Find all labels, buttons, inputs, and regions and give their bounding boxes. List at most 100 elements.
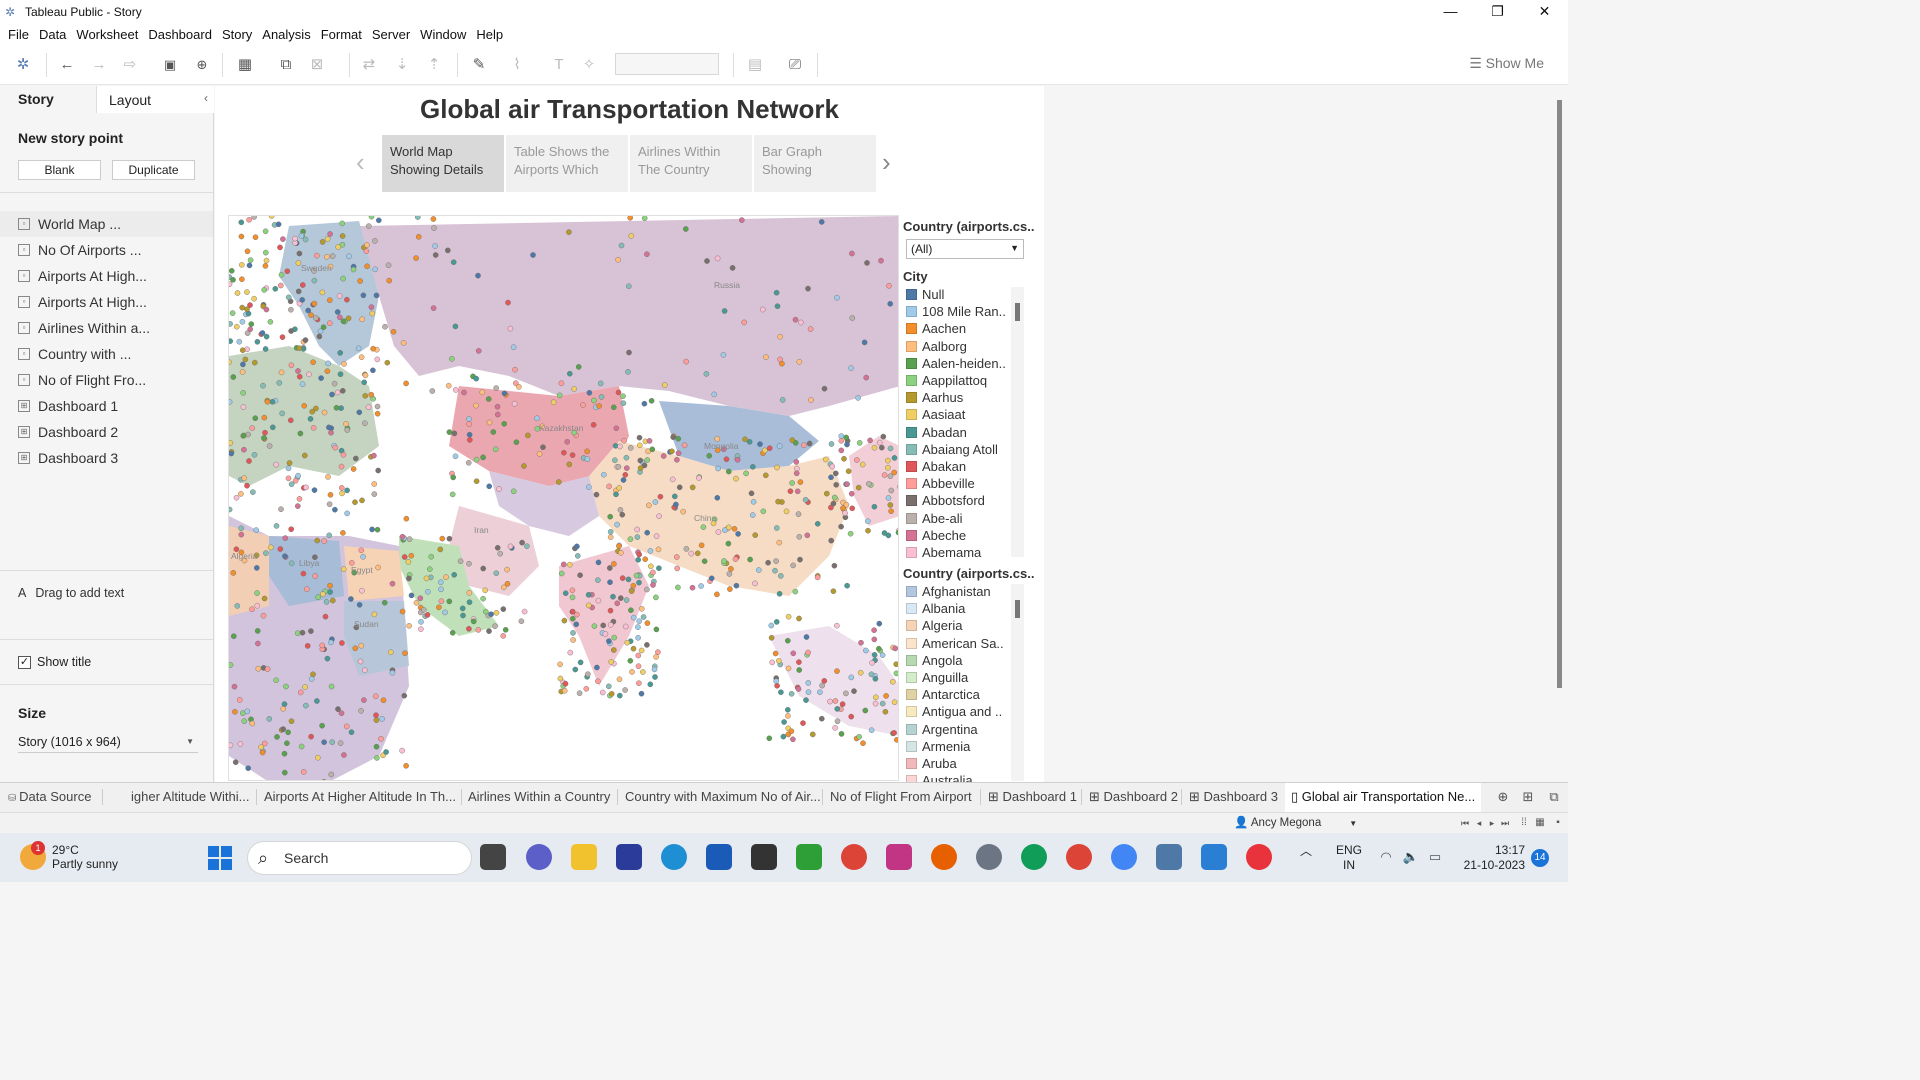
airport-point[interactable]: [641, 216, 648, 221]
airport-point[interactable]: [301, 402, 307, 409]
airport-point[interactable]: [321, 739, 327, 746]
airport-point[interactable]: [619, 511, 626, 518]
airport-point[interactable]: [379, 716, 385, 722]
replay-icon[interactable]: ⇨: [120, 55, 140, 75]
airport-point[interactable]: [627, 657, 634, 664]
airport-point[interactable]: [332, 506, 338, 513]
airport-point[interactable]: [608, 658, 615, 665]
airport-point[interactable]: [254, 628, 261, 634]
airport-point[interactable]: [610, 647, 617, 653]
save-icon[interactable]: ▣: [160, 55, 180, 75]
city-legend-item[interactable]: Abadan: [906, 424, 967, 441]
airport-point[interactable]: [610, 404, 617, 411]
airport-point[interactable]: [280, 726, 287, 732]
airport-point[interactable]: [868, 727, 875, 734]
show-title-checkbox[interactable]: ✓ Show title: [18, 655, 91, 669]
language-indicator[interactable]: ENG IN: [1336, 843, 1362, 873]
airport-point[interactable]: [715, 529, 722, 535]
airport-point[interactable]: [446, 535, 453, 542]
chrome-profile-icon[interactable]: [1021, 844, 1047, 870]
airport-point[interactable]: [245, 765, 252, 772]
airport-point[interactable]: [449, 629, 456, 636]
airport-point[interactable]: [540, 444, 546, 450]
airport-point[interactable]: [788, 690, 795, 697]
airport-point[interactable]: [452, 453, 459, 460]
airport-point[interactable]: [339, 490, 345, 497]
airport-point[interactable]: [570, 637, 576, 643]
airport-point[interactable]: [486, 419, 493, 426]
airport-point[interactable]: [618, 549, 624, 556]
airport-point[interactable]: [848, 674, 855, 681]
airport-point[interactable]: [773, 558, 779, 564]
airport-point[interactable]: [299, 297, 305, 303]
airport-point[interactable]: [466, 599, 473, 606]
airport-point[interactable]: [372, 693, 379, 700]
airport-point[interactable]: [890, 678, 896, 685]
airport-point[interactable]: [362, 420, 368, 427]
airport-point[interactable]: [674, 565, 681, 572]
airport-point[interactable]: [525, 432, 531, 439]
airport-point[interactable]: [314, 252, 320, 259]
airport-point[interactable]: [832, 725, 838, 731]
airport-point[interactable]: [610, 593, 616, 600]
airport-point[interactable]: [682, 226, 689, 232]
swap-icon[interactable]: ⇄: [359, 55, 379, 75]
airport-point[interactable]: [231, 683, 238, 690]
new-story-tab-icon[interactable]: ⧉: [1544, 787, 1564, 807]
airport-point[interactable]: [280, 236, 286, 242]
airport-point[interactable]: [625, 283, 632, 289]
airport-point[interactable]: [466, 421, 472, 427]
airport-point[interactable]: [466, 560, 472, 567]
airport-point[interactable]: [675, 450, 682, 456]
airport-point[interactable]: [891, 469, 898, 476]
airport-point[interactable]: [451, 571, 457, 578]
airport-point[interactable]: [361, 697, 367, 703]
airport-point[interactable]: [732, 556, 739, 562]
airport-point[interactable]: [843, 434, 850, 441]
airport-point[interactable]: [345, 315, 352, 322]
airport-point[interactable]: [249, 720, 256, 727]
airport-point[interactable]: [337, 371, 344, 377]
sheet-item-no-of-airports[interactable]: ▫ No Of Airports ...: [0, 237, 213, 263]
instagram-icon[interactable]: [886, 844, 912, 870]
airport-point[interactable]: [329, 739, 335, 745]
airport-point[interactable]: [616, 692, 623, 699]
math-app-icon[interactable]: [616, 844, 642, 870]
notification-badge[interactable]: 14: [1531, 849, 1549, 867]
city-legend-scrollbar[interactable]: [1011, 287, 1024, 557]
user-menu[interactable]: 👤 Ancy Megona ▼: [1234, 815, 1357, 829]
airport-point[interactable]: [310, 424, 317, 431]
airport-point[interactable]: [493, 570, 500, 577]
airport-point[interactable]: [314, 698, 320, 704]
airport-point[interactable]: [383, 749, 389, 755]
airport-point[interactable]: [297, 430, 304, 437]
airport-point[interactable]: [700, 524, 707, 530]
airport-point[interactable]: [259, 330, 266, 336]
airport-point[interactable]: [284, 268, 291, 275]
minimize-button[interactable]: —: [1427, 0, 1474, 23]
airport-point[interactable]: [774, 525, 780, 531]
airport-point[interactable]: [885, 495, 892, 501]
world-map[interactable]: Russia Sweden Kazakhstan Mongolia China …: [228, 215, 899, 781]
airport-point[interactable]: [295, 503, 301, 509]
airport-point[interactable]: [473, 478, 480, 485]
airport-point[interactable]: [569, 615, 576, 622]
sheet-tab[interactable]: No of Flight From Airport: [830, 789, 972, 804]
airport-point[interactable]: [637, 465, 644, 471]
airport-point[interactable]: [558, 570, 565, 577]
airport-point[interactable]: [253, 527, 260, 533]
maximize-button[interactable]: ❐: [1474, 0, 1521, 23]
airport-point[interactable]: [861, 339, 868, 346]
city-legend-item[interactable]: Aachen: [906, 320, 966, 337]
airport-point[interactable]: [234, 290, 241, 296]
airport-point[interactable]: [430, 216, 437, 222]
airport-point[interactable]: [300, 282, 306, 288]
airport-point[interactable]: [759, 306, 766, 313]
airport-point[interactable]: [320, 591, 326, 597]
airport-point[interactable]: [575, 364, 582, 370]
airport-point[interactable]: [238, 233, 245, 240]
airport-point[interactable]: [776, 590, 783, 597]
sheet-tab[interactable]: igher Altitude Withi...: [131, 789, 250, 804]
airport-point[interactable]: [325, 360, 331, 367]
airport-point[interactable]: [647, 681, 654, 688]
